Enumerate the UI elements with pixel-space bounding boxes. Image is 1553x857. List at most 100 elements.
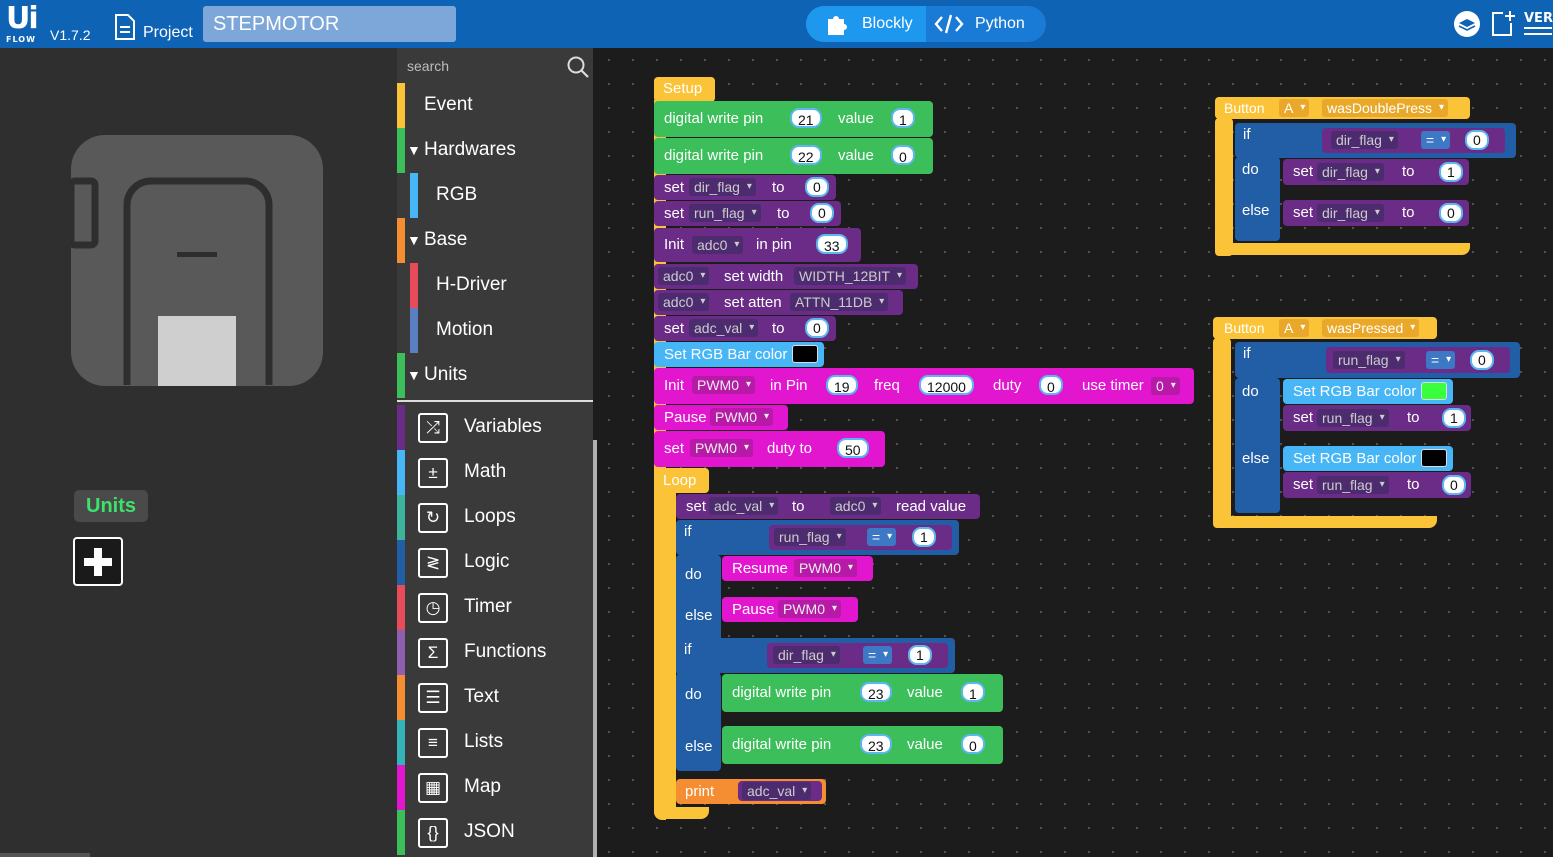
pin-value[interactable]: 23: [860, 734, 892, 754]
atten-dropdown[interactable]: ATTN_11DB: [790, 293, 889, 311]
expand-triangle-icon[interactable]: ▼: [407, 142, 421, 158]
button-event-block[interactable]: Button A wasDoublePress: [1215, 97, 1470, 119]
value-input[interactable]: 0: [810, 203, 834, 223]
variable-dropdown[interactable]: dir_flag: [1317, 163, 1384, 181]
freq-value[interactable]: 12000: [919, 375, 974, 395]
operator-dropdown[interactable]: =: [863, 646, 893, 664]
value-input[interactable]: 1: [912, 527, 936, 547]
adc-dropdown[interactable]: adc0: [658, 293, 710, 311]
if-else-block[interactable]: if run_flag = 0: [1235, 342, 1520, 378]
variable-dropdown[interactable]: adc_val: [709, 497, 779, 515]
toolbox-search[interactable]: search: [397, 48, 593, 84]
variable-dropdown[interactable]: adc_val: [742, 782, 812, 800]
toolbox-category-base[interactable]: ▼ Base: [397, 218, 593, 263]
set-variable-block[interactable]: set run_flag to 1: [1283, 405, 1471, 431]
toolbox-category-h-driver[interactable]: H-Driver: [397, 263, 593, 308]
adc-dropdown[interactable]: adc0: [658, 267, 710, 285]
project-name-input[interactable]: STEPMOTOR: [203, 6, 456, 42]
add-unit-button[interactable]: [73, 537, 123, 586]
event-dropdown[interactable]: wasPressed: [1322, 319, 1420, 337]
compare-block[interactable]: dir_flag = 1: [767, 643, 948, 668]
toolbox-category-hardwares[interactable]: ▼ Hardwares: [397, 128, 593, 173]
toolbox-category-motion[interactable]: Motion: [397, 308, 593, 353]
expand-triangle-icon[interactable]: ▼: [407, 232, 421, 248]
pin-value[interactable]: 22: [790, 145, 822, 165]
value-input[interactable]: 1: [1442, 408, 1466, 428]
pin-value[interactable]: 33: [816, 234, 848, 254]
digital-write-block[interactable]: digital write pin 22 value 0: [654, 138, 933, 174]
pin-value[interactable]: 19: [826, 375, 858, 395]
variable-dropdown[interactable]: run_flag: [774, 528, 846, 546]
operator-dropdown[interactable]: =: [1426, 351, 1456, 369]
timer-dropdown[interactable]: 0: [1151, 377, 1180, 395]
adc-set-atten-block[interactable]: adc0 set atten ATTN_11DB: [654, 290, 903, 315]
value-input[interactable]: 0: [805, 318, 829, 338]
operator-dropdown[interactable]: =: [1421, 131, 1451, 149]
toolbox-category-text[interactable]: ☰ Text: [397, 675, 593, 720]
digital-write-block[interactable]: digital write pin 23 value 0: [722, 726, 1003, 764]
loop-block[interactable]: Loop: [654, 468, 709, 493]
value-input[interactable]: 0: [805, 177, 829, 197]
blockly-mode-button[interactable]: Blockly: [806, 6, 926, 42]
adc-dropdown[interactable]: adc0: [692, 236, 744, 254]
adc-set-width-block[interactable]: adc0 set width WIDTH_12BIT: [654, 264, 918, 289]
color-swatch[interactable]: [792, 345, 818, 363]
pwm-dropdown[interactable]: PWM0: [710, 408, 773, 426]
value-input[interactable]: 0: [961, 734, 985, 754]
value-input[interactable]: 1: [908, 645, 932, 665]
event-dropdown[interactable]: wasDoublePress: [1322, 99, 1449, 117]
value-input[interactable]: 1: [961, 682, 985, 702]
adc-init-block[interactable]: Init adc0 in pin 33: [654, 228, 861, 262]
rgb-bar-block[interactable]: Set RGB Bar color: [654, 342, 824, 367]
pwm-dropdown[interactable]: PWM0: [794, 559, 857, 577]
stack-icon[interactable]: [1452, 10, 1482, 38]
compare-block[interactable]: dir_flag = 0: [1322, 128, 1505, 153]
if-else-block[interactable]: if dir_flag = 0: [1235, 123, 1516, 158]
device-preview[interactable]: [71, 135, 323, 386]
compare-block[interactable]: run_flag = 0: [1326, 347, 1510, 373]
width-dropdown[interactable]: WIDTH_12BIT: [794, 267, 907, 285]
version-icon[interactable]: VER.: [1522, 6, 1553, 40]
variable-dropdown[interactable]: run_flag: [1317, 409, 1389, 427]
setup-block[interactable]: Setup: [654, 77, 715, 102]
panel-scrollbar[interactable]: [0, 853, 90, 857]
toolbox-category-functions[interactable]: Σ Functions: [397, 630, 593, 675]
blockly-workspace[interactable]: Setup digital write pin 21 value 1 digit…: [597, 48, 1553, 857]
color-swatch[interactable]: [1421, 382, 1447, 400]
pwm-dropdown[interactable]: PWM0: [692, 376, 755, 394]
value-input[interactable]: 0: [1470, 350, 1494, 370]
value-input[interactable]: 1: [891, 108, 915, 128]
print-block[interactable]: print adc_val: [676, 779, 826, 804]
variable-dropdown[interactable]: run_flag: [1317, 476, 1389, 494]
value-input[interactable]: 0: [1442, 475, 1466, 495]
pwm-pause-block[interactable]: Pause PWM0: [722, 597, 858, 622]
variable-dropdown[interactable]: run_flag: [1333, 351, 1405, 369]
project-label[interactable]: Project: [143, 24, 193, 42]
pwm-resume-block[interactable]: Resume PWM0: [722, 556, 873, 581]
variable-dropdown[interactable]: dir_flag: [1317, 204, 1384, 222]
rgb-bar-block[interactable]: Set RGB Bar color: [1283, 379, 1453, 404]
new-file-icon[interactable]: [1490, 9, 1516, 37]
duty-value[interactable]: 0: [1039, 375, 1063, 395]
digital-write-block[interactable]: digital write pin 21 value 1: [654, 101, 933, 137]
set-variable-block[interactable]: set dir_flag to 0: [1283, 200, 1469, 226]
pin-value[interactable]: 21: [790, 108, 822, 128]
set-variable-block[interactable]: set run_flag to 0: [654, 201, 841, 226]
set-variable-block[interactable]: set dir_flag to 0: [654, 175, 836, 200]
pin-value[interactable]: 23: [860, 682, 892, 702]
variable-dropdown[interactable]: adc_val: [689, 319, 759, 337]
variable-dropdown[interactable]: run_flag: [689, 204, 761, 222]
variable-dropdown[interactable]: dir_flag: [1331, 131, 1398, 149]
variable-getter[interactable]: adc_val: [738, 781, 822, 801]
units-label[interactable]: Units: [74, 490, 148, 522]
set-variable-block[interactable]: set adc_val to adc0 read value: [676, 494, 980, 519]
variable-dropdown[interactable]: dir_flag: [689, 178, 756, 196]
document-icon[interactable]: [113, 13, 137, 41]
operator-dropdown[interactable]: =: [867, 528, 897, 546]
set-variable-block[interactable]: set run_flag to 0: [1283, 472, 1471, 498]
compare-block[interactable]: run_flag = 1: [769, 525, 952, 550]
search-input[interactable]: search: [407, 58, 449, 74]
button-dropdown[interactable]: A: [1279, 319, 1310, 337]
rgb-bar-block[interactable]: Set RGB Bar color: [1283, 446, 1453, 471]
pwm-dropdown[interactable]: PWM0: [690, 439, 753, 457]
